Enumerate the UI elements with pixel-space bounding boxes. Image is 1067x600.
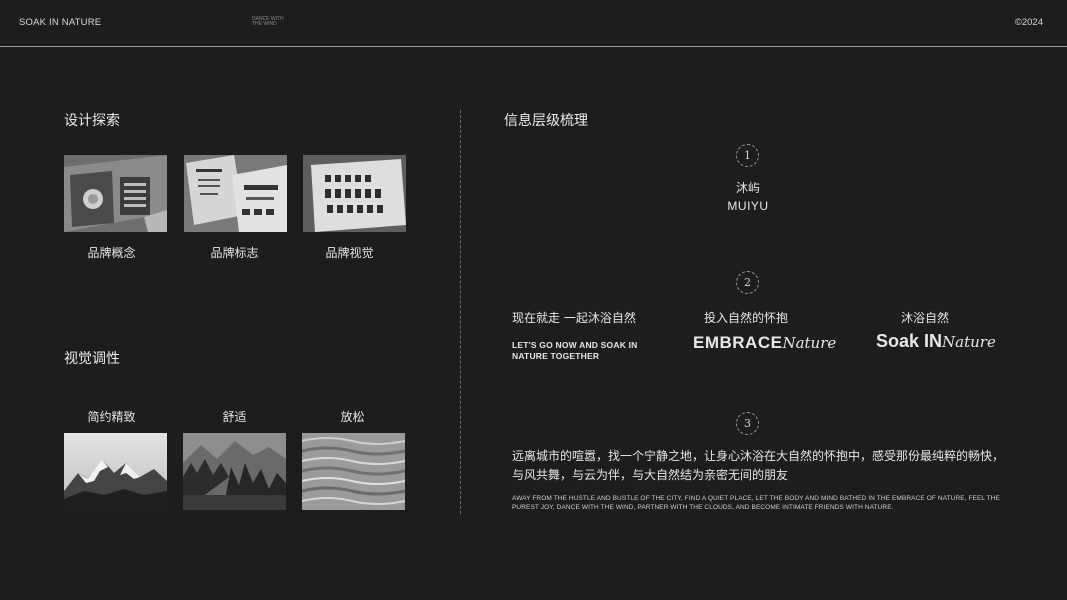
soak-nature-cn: 沐浴自然 [901,311,950,325]
brand-concept-image [64,155,167,232]
step-3-badge: 3 [736,412,759,435]
information-hierarchy-title: 信息层级梳理 [504,113,588,129]
brand-name: SOAK IN NATURE [19,17,102,28]
brand-name-cn: 沐屿 [735,181,760,195]
slogan-cn: 现在就走 一起沐浴自然 [512,311,636,325]
embrace-nature-logo: EMBRACENature [693,333,836,353]
section-divider [460,110,461,514]
snowy-mountains-image [64,433,167,510]
step-1-badge: 1 [736,144,759,167]
simple-refined-label: 简约精致 [87,410,136,424]
design-exploration-title: 设计探索 [64,113,120,129]
embrace-logo-word: EMBRACE [693,333,783,352]
water-waves-image [302,433,405,510]
brand-name-en: MUIYU [727,199,769,213]
brand-logo-image [184,155,287,232]
brand-concept-label: 品牌概念 [87,246,136,260]
relax-label: 放松 [340,410,365,424]
copyright-year: ©2024 [1014,17,1043,28]
tagline-line-2: THE WIND [252,21,277,27]
brand-visual-label: 品牌视觉 [325,246,374,260]
embrace-logo-script: Nature [782,334,837,352]
visual-tone-title: 视觉调性 [64,351,120,367]
brand-visual-image [303,155,406,232]
soak-in-logo-word: Soak IN [876,331,943,351]
misty-forest-image [183,433,286,510]
brand-logo-label: 品牌标志 [210,246,259,260]
comfort-label: 舒适 [222,410,247,424]
step-2-badge: 2 [736,271,759,294]
embrace-nature-cn: 投入自然的怀抱 [704,311,789,325]
description-en: AWAY FROM THE HUSTLE AND BUSTLE OF THE C… [512,495,1000,511]
brand-tagline: DANCE WITH THE WIND [252,17,292,27]
header-divider [0,46,1067,47]
description-cn: 远离城市的喧嚣，找一个宁静之地，让身心沐浴在大自然的怀抱中，感受那份最纯粹的畅快… [512,449,1005,482]
soak-in-logo-script: Nature [942,333,996,351]
soak-in-nature-logo: Soak INNature [876,331,996,352]
slogan-en: LET'S GO NOW AND SOAK IN NATURE TOGETHER [512,340,638,361]
